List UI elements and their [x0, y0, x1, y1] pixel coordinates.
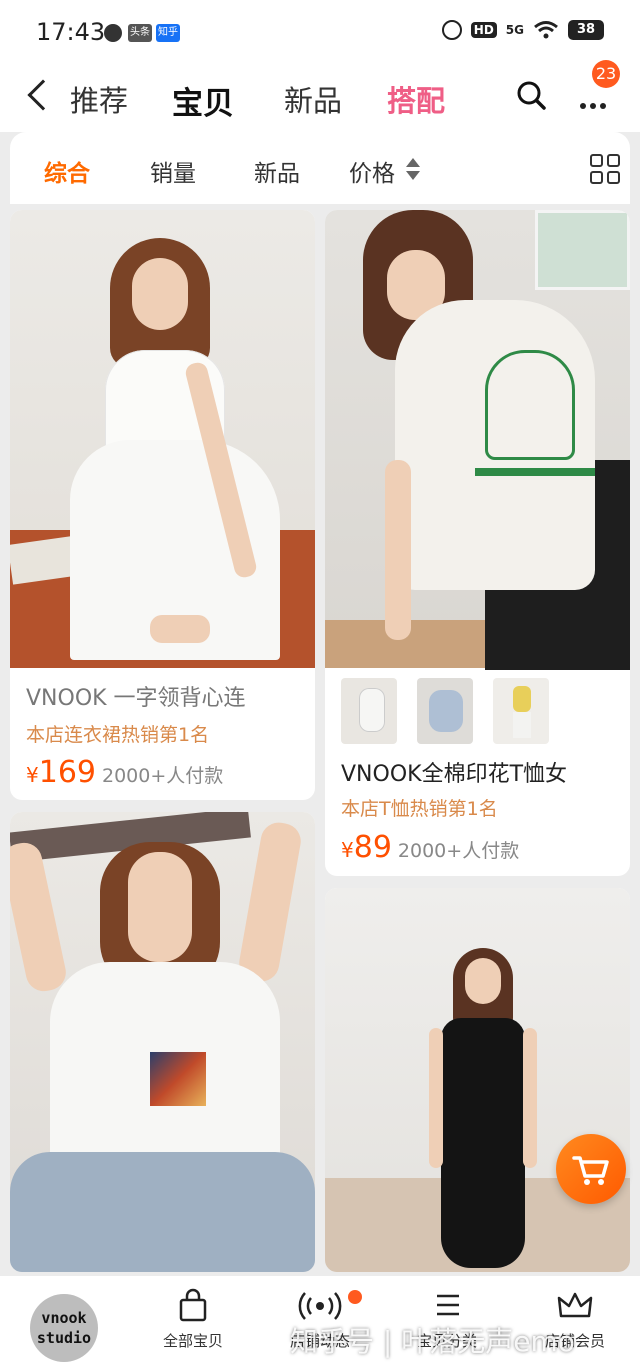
sort-price-arrows-icon[interactable]: [406, 156, 420, 182]
list-icon: [437, 1294, 459, 1316]
thumbnail[interactable]: [493, 678, 549, 744]
signal-5g: 5G: [505, 23, 524, 37]
product-rank: 本店连衣裙热销第1名: [26, 724, 210, 746]
crown-icon: [557, 1292, 593, 1318]
product-image[interactable]: [10, 812, 315, 1272]
alarm-icon: [441, 20, 462, 40]
cart-icon: [572, 1156, 609, 1185]
tab-new[interactable]: 新品: [284, 78, 342, 120]
broadcast-icon: [298, 1292, 342, 1320]
top-nav: 推荐 宝贝 新品 搭配 23: [0, 60, 640, 132]
tab-all-products[interactable]: 全部宝贝: [138, 1288, 248, 1351]
sort-sales[interactable]: 销量: [150, 154, 196, 188]
search-icon[interactable]: [516, 80, 546, 110]
back-icon[interactable]: [27, 79, 59, 111]
thumbnail[interactable]: [341, 678, 397, 744]
new-feed-dot: [348, 1290, 362, 1304]
shopping-bag-icon: [179, 1288, 207, 1322]
tab-recommend[interactable]: 推荐: [70, 78, 128, 120]
cart-button[interactable]: [556, 1134, 626, 1204]
sort-bar: 综合 销量 新品 价格: [10, 132, 630, 204]
watermark: 知乎号 | 叶落无声emo: [290, 1325, 575, 1358]
hd-badge: HD: [470, 22, 497, 38]
status-time: 17:43: [36, 18, 106, 46]
sort-composite[interactable]: 综合: [44, 154, 90, 188]
zhihu-app-icon: 知乎: [156, 24, 180, 42]
toutiao-app-icon: 头条: [128, 24, 152, 42]
bottom-tab-bar: vnook studio 全部宝贝 店铺动态 宝贝分类 店铺会员 知乎号 | 叶…: [0, 1276, 640, 1368]
shop-logo[interactable]: vnook studio: [30, 1294, 98, 1362]
product-title[interactable]: VNOOK全棉印花T恤女: [341, 756, 567, 788]
sort-new[interactable]: 新品: [254, 154, 300, 188]
product-image[interactable]: [10, 210, 315, 668]
product-card[interactable]: VNOOK 一字领背心连 本店连衣裙热销第1名 ¥169 2000+人付款: [10, 210, 315, 800]
product-price: ¥89 2000+人付款: [341, 830, 520, 865]
product-image[interactable]: [325, 210, 630, 670]
product-sold-count: 2000+人付款: [397, 840, 520, 862]
product-price: ¥169 2000+人付款: [26, 755, 224, 790]
product-image[interactable]: [325, 888, 630, 1272]
more-menu-icon[interactable]: [580, 94, 612, 109]
sort-price[interactable]: 价格: [349, 154, 395, 188]
thumbnail[interactable]: [417, 678, 473, 744]
message-badge: 23: [592, 60, 620, 88]
wifi-icon: [534, 21, 558, 39]
product-card[interactable]: [325, 888, 630, 1272]
tab-outfits[interactable]: 搭配: [387, 78, 445, 120]
tab-label: 全部宝贝: [162, 1332, 223, 1350]
notification-icon: [104, 24, 122, 42]
battery-icon: 38: [568, 20, 604, 40]
status-bar: 17:43 头条 知乎 HD 5G 38: [0, 0, 640, 64]
product-card[interactable]: VNOOK全棉印花T恤女 本店T恤热销第1名 ¥89 2000+人付款: [325, 210, 630, 876]
color-thumbnails: [341, 678, 549, 744]
product-title[interactable]: VNOOK 一字领背心连: [26, 680, 246, 712]
product-sold-count: 2000+人付款: [102, 765, 224, 787]
product-rank: 本店T恤热销第1名: [341, 798, 498, 820]
tab-products[interactable]: 宝贝: [172, 78, 234, 123]
grid-view-icon[interactable]: [590, 154, 620, 184]
product-card[interactable]: [10, 812, 315, 1272]
